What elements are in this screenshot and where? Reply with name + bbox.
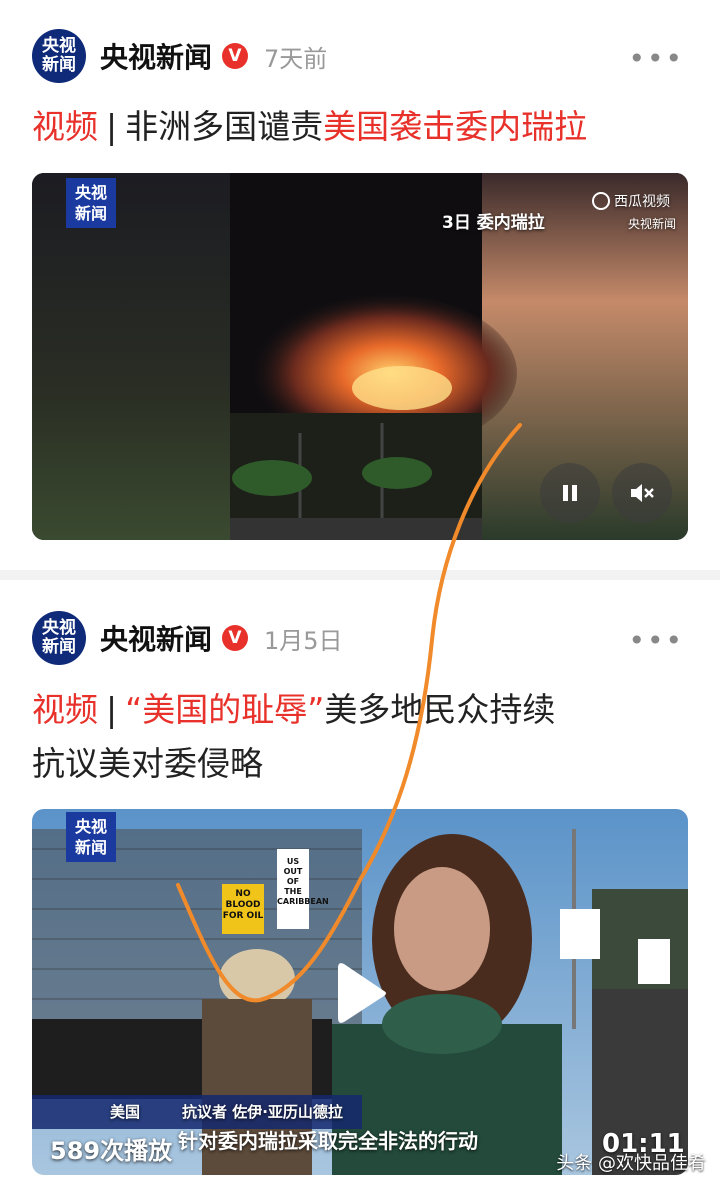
play-button[interactable]	[312, 943, 412, 1043]
pause-button[interactable]	[540, 463, 600, 523]
title-tag: 视频	[32, 690, 98, 729]
author-avatar[interactable]: 央视 新闻	[32, 29, 86, 83]
lower-third-location: 美国	[110, 1103, 141, 1121]
title-tag: 视频	[32, 107, 98, 146]
channel-logo: 央视 新闻	[66, 178, 116, 228]
source-name: 西瓜视频	[592, 191, 670, 211]
logo-line2: 新闻	[74, 838, 107, 857]
title-text: 非洲多国谴责	[125, 107, 324, 146]
title-separator: |	[106, 107, 118, 146]
logo-line2: 新闻	[74, 204, 107, 223]
title-separator: |	[106, 690, 118, 729]
source-sub: 央视新闻	[628, 217, 677, 231]
post-time: 1月5日	[264, 626, 343, 655]
feed-post-2[interactable]: 央视 新闻 央视新闻 V 1月5日 ••• 视频 | “美国的耻辱”美多地民众持续抗…	[0, 580, 720, 1189]
post-header: 央视 新闻 央视新闻 V 7天前	[32, 28, 327, 84]
author-name[interactable]: 央视新闻	[100, 36, 212, 76]
sign-us-out: US OUT OF THE CARIBBEAN	[277, 857, 329, 906]
pause-icon	[563, 485, 577, 501]
post-title[interactable]: 视频 | 非洲多国谴责美国袭击委内瑞拉	[32, 100, 688, 154]
verified-icon: V	[222, 43, 249, 69]
title-text-line2: 抗议美对委侵略	[32, 744, 263, 783]
lower-third-name: 抗议者 佐伊·亚历山德拉	[182, 1103, 343, 1121]
logo-line1: 央视	[74, 183, 107, 202]
author-avatar[interactable]: 央视 新闻	[32, 611, 86, 665]
avatar-line2: 新闻	[42, 55, 76, 75]
avatar-line1: 央视	[42, 36, 76, 56]
video-subtitle: 针对委内瑞拉采取完全非法的行动	[178, 1129, 478, 1153]
mute-icon	[631, 484, 654, 502]
avatar-line1: 央视	[42, 618, 76, 638]
feed-post-1[interactable]: 央视 新闻 央视新闻 V 7天前 ••• 视频|非洲多国谴责美国袭击委内瑞拉	[0, 0, 720, 570]
post-time: 7天前	[264, 44, 328, 73]
logo-line1: 央视	[74, 817, 107, 836]
post-divider	[0, 570, 720, 580]
more-options-icon[interactable]: •••	[628, 624, 684, 657]
play-count: 589次播放	[50, 1137, 173, 1165]
video-player[interactable]: 央视 新闻 NO BLOOD FOR OIL US OUT OF THE CAR…	[32, 809, 688, 1175]
watermark: 头条 @欢快品佳肴	[556, 1153, 706, 1174]
title-text-line1: 美多地民众持续	[324, 690, 556, 729]
video-player[interactable]: 央视 新闻 3日 委内瑞拉 西瓜视频 央视新闻	[32, 173, 688, 540]
more-options-icon[interactable]: •••	[628, 42, 684, 75]
play-icon	[338, 963, 386, 1023]
mute-button[interactable]	[612, 463, 672, 523]
video-caption: 3日 委内瑞拉	[442, 213, 545, 233]
verified-icon: V	[222, 625, 249, 651]
title-highlight: 美国袭击委内瑞拉	[323, 107, 588, 146]
post-header: 央视 新闻 央视新闻 V 1月5日	[32, 610, 343, 666]
channel-logo: 央视 新闻	[66, 812, 116, 862]
title-quote: “美国的耻辱”	[125, 690, 325, 729]
xigua-icon	[592, 192, 610, 210]
avatar-line2: 新闻	[42, 637, 76, 657]
source-name-text: 西瓜视频	[614, 194, 670, 210]
author-name[interactable]: 央视新闻	[100, 618, 212, 658]
post-title[interactable]: 视频 | “美国的耻辱”美多地民众持续抗议美对委侵略	[32, 683, 688, 791]
sign-no-blood: NO BLOOD FOR OIL	[222, 889, 264, 921]
